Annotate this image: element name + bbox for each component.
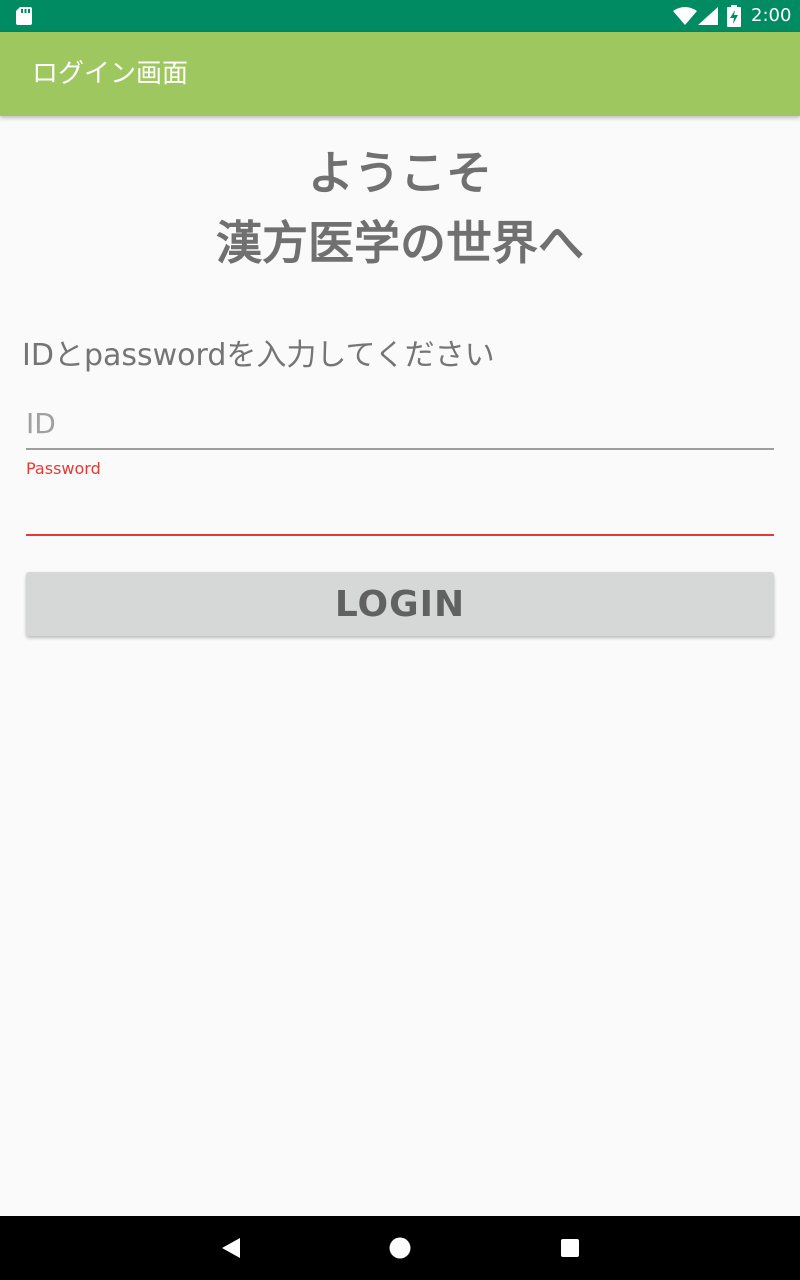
status-bar: 2:00 xyxy=(0,0,800,32)
app-bar: ログイン画面 xyxy=(0,32,800,116)
recents-icon[interactable] xyxy=(561,1239,579,1257)
welcome-line-2: 漢方医学の世界へ xyxy=(216,216,584,270)
password-label: Password xyxy=(26,459,101,478)
navigation-bar xyxy=(0,1216,800,1280)
home-icon[interactable] xyxy=(389,1237,411,1259)
id-field[interactable] xyxy=(26,400,774,450)
wifi-icon xyxy=(673,7,697,25)
id-input[interactable] xyxy=(26,400,774,446)
status-time: 2:00 xyxy=(751,5,792,26)
cell-signal-icon xyxy=(698,7,718,25)
battery-charging-icon xyxy=(727,5,741,27)
instruction-text: IDとpasswordを入力してください xyxy=(22,338,495,373)
back-icon[interactable] xyxy=(220,1237,242,1259)
welcome-heading: ようこそ 漢方医学の世界へ xyxy=(0,138,800,278)
login-button[interactable]: LOGIN xyxy=(26,572,774,636)
password-field[interactable] xyxy=(26,484,774,536)
app-bar-title: ログイン画面 xyxy=(32,59,189,89)
password-input[interactable] xyxy=(26,488,774,530)
welcome-line-1: ようこそ xyxy=(308,146,492,200)
sd-card-icon xyxy=(16,7,32,25)
